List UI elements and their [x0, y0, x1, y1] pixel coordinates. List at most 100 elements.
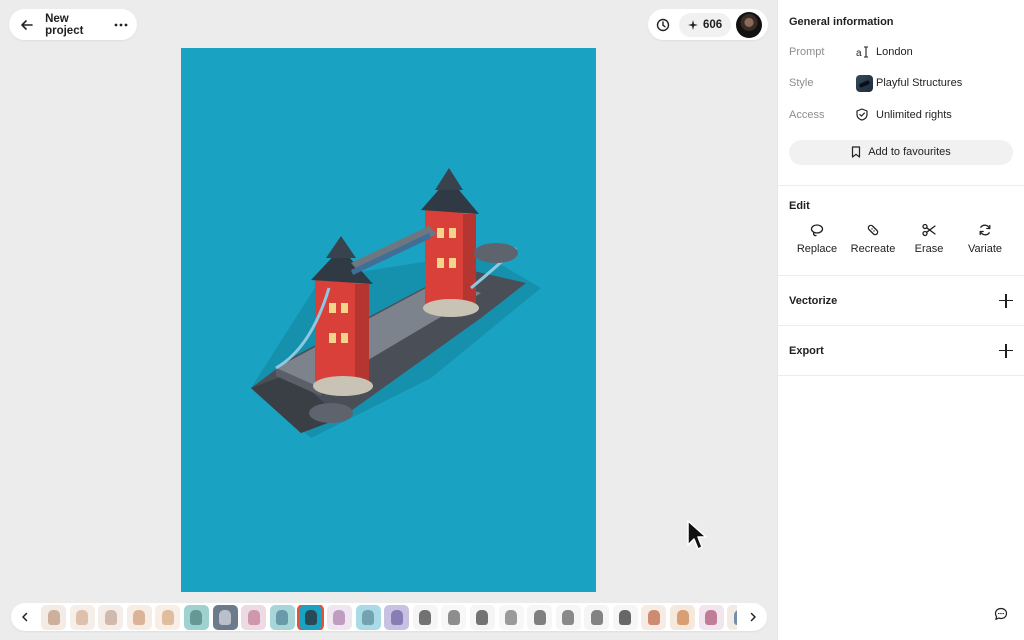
filmstrip-thumbnail[interactable] — [297, 604, 325, 630]
access-value: Unlimited rights — [876, 108, 952, 121]
replace-label: Replace — [796, 243, 838, 255]
avatar[interactable] — [736, 11, 763, 38]
plus-icon[interactable] — [999, 293, 1013, 308]
erase-button[interactable]: Erase — [901, 222, 957, 255]
filmstrip-thumbnail[interactable] — [126, 604, 152, 630]
export-section[interactable]: Export — [778, 326, 1024, 376]
tower-bridge-illustration — [251, 168, 541, 438]
thumbnail-figure — [476, 609, 489, 625]
chat-bubble-icon — [994, 607, 1008, 620]
scissors-icon — [922, 222, 936, 238]
access-label: Access — [789, 108, 825, 121]
filmstrip-thumbnail[interactable] — [555, 604, 581, 630]
add-to-favourites-button[interactable]: Add to favourites — [789, 139, 1013, 165]
filmstrip-thumbnail[interactable] — [269, 604, 295, 630]
recreate-label: Recreate — [850, 243, 896, 255]
thumbnail-figure — [276, 609, 289, 625]
filmstrip-thumbnail[interactable] — [384, 604, 410, 630]
project-title[interactable]: New project — [45, 13, 108, 37]
style-label: Style — [789, 77, 814, 90]
prompt-row: Prompt a London — [789, 36, 1013, 68]
edit-section: Edit Replace Recreate Erase Variate — [778, 186, 1024, 276]
filmstrip-thumbnail[interactable] — [355, 604, 381, 630]
replace-button[interactable]: Replace — [789, 222, 845, 255]
edit-title: Edit — [789, 200, 810, 212]
variate-label: Variate — [967, 243, 1003, 255]
thumbnail-figure — [533, 609, 546, 625]
thumbnail-figure — [247, 609, 260, 625]
text-cursor-icon: a — [856, 43, 876, 61]
style-row: Style Playful Structures — [789, 68, 1013, 100]
general-information-section: General information Prompt a London Styl… — [778, 0, 1024, 186]
canvas-area: New project 606 — [0, 0, 777, 640]
image-filmstrip — [11, 603, 767, 631]
filmstrip-thumbnail[interactable] — [527, 604, 553, 630]
chat-button[interactable] — [991, 604, 1011, 624]
thumbnail-figure — [362, 609, 375, 625]
filmstrip-next-button[interactable] — [741, 605, 765, 629]
prompt-label: Prompt — [789, 45, 825, 58]
svg-text:a: a — [856, 48, 862, 58]
credits-badge[interactable]: 606 — [679, 12, 732, 37]
filmstrip-thumbnail[interactable] — [612, 604, 638, 630]
thumbnail-figure — [590, 609, 603, 625]
recreate-button[interactable]: Recreate — [845, 222, 901, 255]
erase-label: Erase — [914, 243, 944, 255]
thumbnail-figure — [133, 609, 146, 625]
general-information-title: General information — [789, 16, 894, 28]
thumbnail-figure — [76, 609, 89, 625]
filmstrip-thumbnail[interactable] — [727, 604, 737, 630]
filmstrip-thumbnail[interactable] — [212, 604, 238, 630]
top-right-controls: 606 — [648, 9, 768, 40]
back-button[interactable] — [15, 13, 38, 37]
plus-icon[interactable] — [999, 343, 1013, 358]
vectorize-section[interactable]: Vectorize — [778, 276, 1024, 326]
thumbnail-figure — [647, 609, 660, 625]
filmstrip-thumbnail[interactable] — [326, 604, 352, 630]
thumbnail-figure — [733, 609, 737, 625]
refresh-icon — [978, 222, 992, 238]
more-horizontal-icon — [114, 23, 128, 26]
bandage-icon — [866, 222, 880, 238]
thumbnail-figure — [47, 609, 60, 625]
filmstrip-thumbnail[interactable] — [41, 604, 66, 630]
mouse-cursor-icon — [687, 520, 707, 550]
thumbnail-figure — [505, 609, 517, 625]
project-header: New project — [9, 9, 137, 40]
thumbnail-figure — [676, 609, 689, 625]
filmstrip-thumbnail[interactable] — [641, 604, 667, 630]
vectorize-title: Vectorize — [789, 294, 838, 307]
filmstrip-thumbnail[interactable] — [698, 604, 724, 630]
filmstrip-thumbnail[interactable] — [69, 604, 95, 630]
thumbnail-figure — [304, 609, 317, 625]
chevron-left-icon — [22, 612, 28, 622]
variate-button[interactable]: Variate — [957, 222, 1013, 255]
filmstrip-thumbnails — [41, 604, 737, 630]
prompt-value: London — [876, 45, 913, 58]
thumbnail-figure — [219, 609, 232, 625]
filmstrip-thumbnail[interactable] — [670, 604, 696, 630]
filmstrip-thumbnail[interactable] — [498, 604, 524, 630]
filmstrip-prev-button[interactable] — [13, 605, 37, 629]
filmstrip-thumbnail[interactable] — [441, 604, 467, 630]
more-options-button[interactable] — [112, 13, 131, 37]
filmstrip-thumbnail[interactable] — [241, 604, 267, 630]
sparkle-icon — [688, 19, 698, 30]
history-button[interactable] — [651, 13, 675, 37]
filmstrip-thumbnail[interactable] — [469, 604, 495, 630]
thumbnail-figure — [447, 609, 460, 625]
thumbnail-figure — [419, 609, 432, 625]
bookmark-icon — [852, 146, 861, 158]
filmstrip-thumbnail[interactable] — [412, 604, 438, 630]
thumbnail-figure — [104, 609, 117, 625]
access-row: Access Unlimited rights — [789, 99, 1013, 131]
edit-tools: Replace Recreate Erase Variate — [789, 222, 1013, 255]
filmstrip-thumbnail[interactable] — [584, 604, 610, 630]
style-value[interactable]: Playful Structures — [876, 77, 962, 89]
filmstrip-thumbnail[interactable] — [183, 604, 209, 630]
filmstrip-thumbnail[interactable] — [98, 604, 124, 630]
lasso-icon — [810, 222, 824, 238]
thumbnail-figure — [619, 609, 632, 625]
filmstrip-thumbnail[interactable] — [155, 604, 181, 630]
export-title: Export — [789, 344, 824, 357]
